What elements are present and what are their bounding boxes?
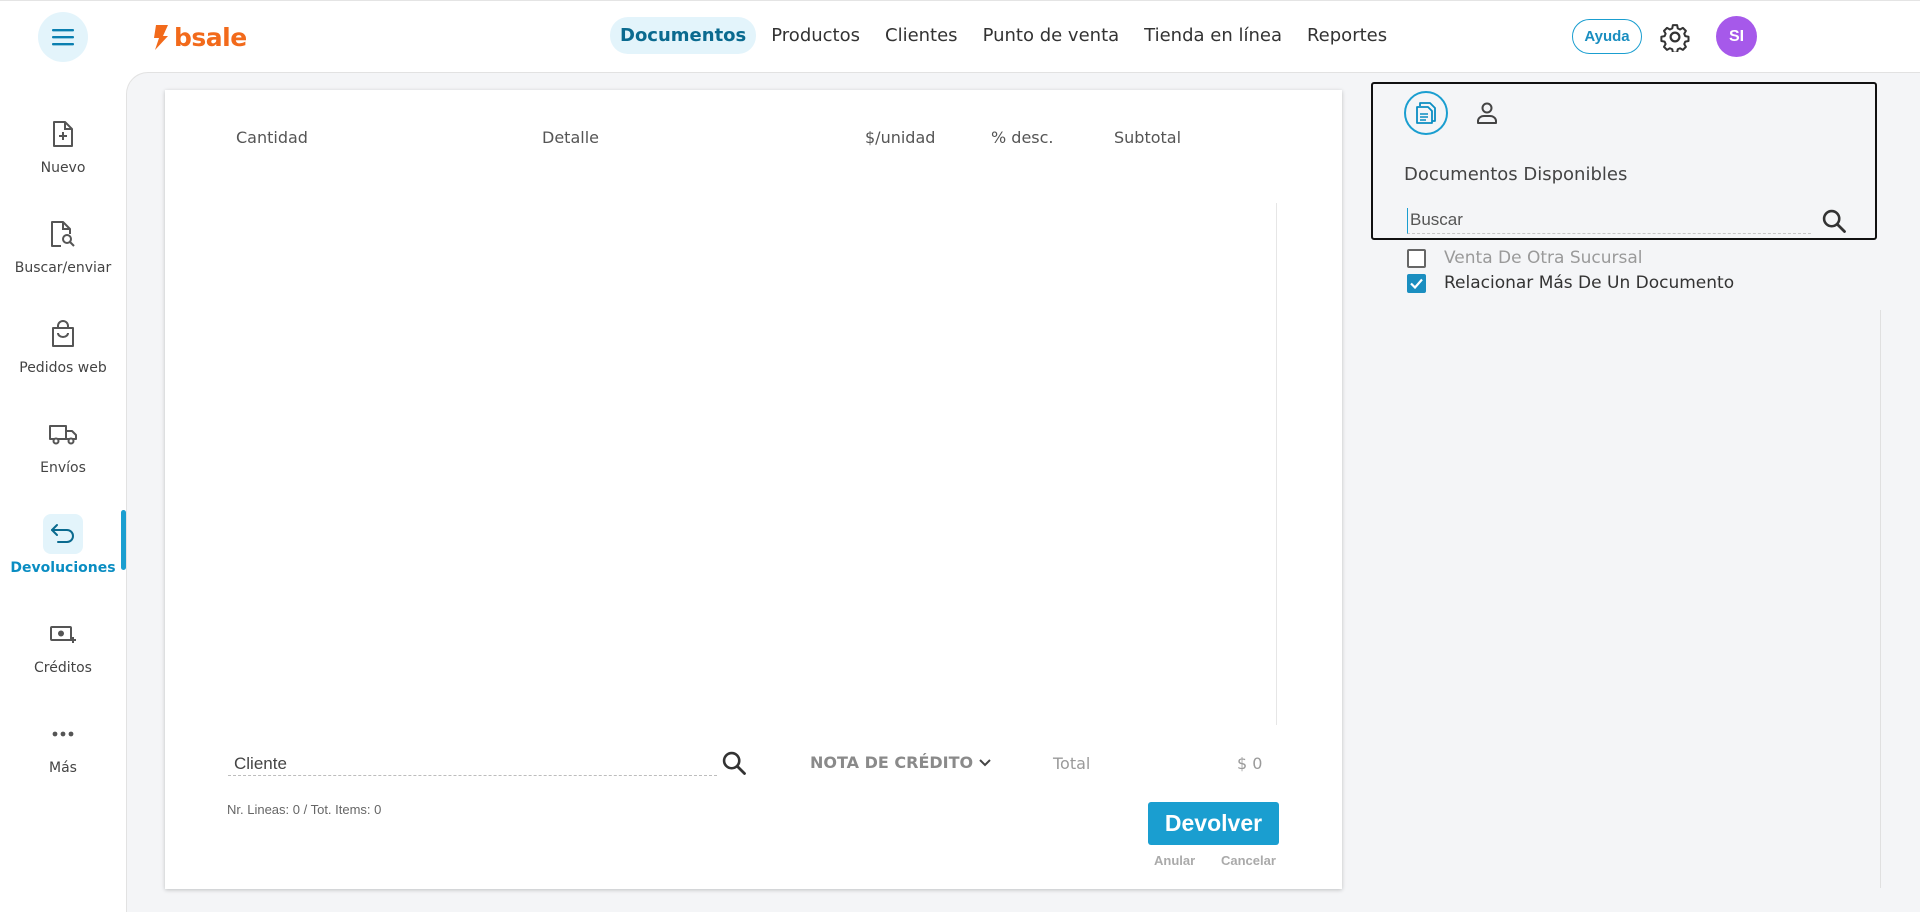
checkbox-checked[interactable] [1407,273,1426,293]
client-input[interactable]: Cliente [228,752,717,776]
sidebar-item-label: Buscar/enviar [14,260,112,276]
menu-button[interactable] [38,12,88,62]
total-value: $ 0 [1237,754,1263,773]
panel-divider [1880,310,1881,888]
user-icon [1477,102,1497,124]
column-header-subtotal: Subtotal [1114,128,1182,147]
panel-title: Documentos Disponibles [1404,164,1628,185]
sidebar-item-label: Más [49,760,77,776]
sidebar-item-envios[interactable]: Envíos [0,410,126,494]
return-arrow-icon [43,514,83,554]
hamburger-icon [52,29,74,46]
option-relacionar-documentos[interactable]: Relacionar Más De Un Documento [1407,273,1734,293]
nav-tienda-en-linea[interactable]: Tienda en línea [1134,17,1292,54]
avatar[interactable]: SI [1716,16,1757,57]
checkbox[interactable] [1407,248,1426,268]
sidebar-item-devoluciones[interactable]: Devoluciones [0,510,126,594]
nav-reportes[interactable]: Reportes [1297,17,1397,54]
file-plus-icon [43,114,83,154]
top-bar: bsale Documentos Productos Clientes Punt… [0,0,1920,72]
shopping-bag-icon [43,314,83,354]
nav-clientes[interactable]: Clientes [875,17,968,54]
main-nav: Documentos Productos Clientes Punto de v… [610,17,1402,54]
more-dots-icon [43,714,83,754]
total-label: Total [1053,754,1091,773]
sidebar-item-label: Pedidos web [19,360,107,376]
option-venta-otra-sucursal[interactable]: Venta De Otra Sucursal [1407,248,1643,268]
sidebar-item-pedidos-web[interactable]: Pedidos web [0,310,126,394]
sidebar-item-label: Devoluciones [10,560,116,576]
column-header-cantidad: Cantidad [236,128,308,147]
search-icon[interactable] [720,749,748,777]
help-button[interactable]: Ayuda [1572,19,1642,54]
sidebar-item-label: Envíos [40,460,86,476]
gear-icon[interactable] [1660,22,1690,52]
file-search-icon [43,214,83,254]
check-icon [1410,278,1423,289]
lines-info: Nr. Lineas: 0 / Tot. Items: 0 [227,802,382,817]
sidebar-item-label: Nuevo [40,160,86,176]
document-type-dropdown[interactable]: NOTA DE CRÉDITO [810,753,991,772]
logo-text: bsale [174,22,247,52]
chevron-down-icon [979,758,991,766]
bsale-logo[interactable]: bsale [152,21,247,53]
column-header-unit-price: $/unidad [865,128,936,147]
truck-icon [43,414,83,454]
bsale-mark-icon [154,25,168,50]
cancelar-link[interactable]: Cancelar [1221,853,1276,868]
document-type-label: NOTA DE CRÉDITO [810,753,974,772]
column-header-detalle: Detalle [542,128,599,147]
sidebar-item-nuevo[interactable]: Nuevo [0,110,126,194]
option-label: Venta De Otra Sucursal [1444,248,1643,268]
nav-punto-de-venta[interactable]: Punto de venta [973,17,1130,54]
sidebar-item-creditos[interactable]: Créditos [0,610,126,694]
option-label: Relacionar Más De Un Documento [1444,273,1735,293]
sidebar: Nuevo Buscar/enviar Pedidos web Envíos D… [0,72,126,912]
tab-documents[interactable] [1404,91,1448,135]
anular-link[interactable]: Anular [1154,853,1195,868]
search-input[interactable]: Buscar [1407,208,1811,234]
scroll-divider [1276,203,1277,725]
column-header-discount: % desc. [991,128,1054,147]
sidebar-item-label: Créditos [34,660,92,676]
devolver-button[interactable]: Devolver [1148,802,1279,845]
cash-plus-icon [43,614,83,654]
nav-productos[interactable]: Productos [761,17,870,54]
tab-user[interactable] [1472,98,1502,128]
nav-documentos[interactable]: Documentos [610,17,757,54]
sidebar-item-buscar-enviar[interactable]: Buscar/enviar [0,210,126,294]
documents-icon [1416,102,1436,124]
search-icon[interactable] [1820,207,1848,235]
sidebar-item-mas[interactable]: Más [0,710,126,794]
